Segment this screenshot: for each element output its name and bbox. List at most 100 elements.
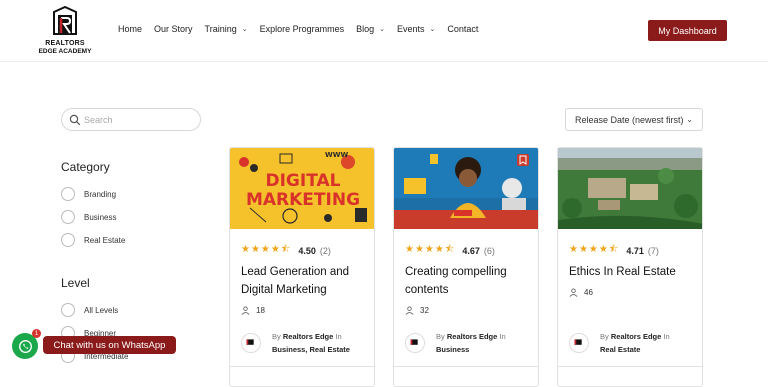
option-label: Real Estate	[84, 235, 126, 245]
radio-button[interactable]	[61, 233, 75, 247]
nav-training[interactable]: Training ⌄	[205, 24, 248, 34]
course-thumbnail[interactable]: DIGITAL MARKETING WWW	[230, 148, 375, 229]
sort-select[interactable]: Release Date (newest first) ⌄	[565, 108, 703, 131]
course-title[interactable]: Lead Generation and Digital Marketing	[241, 263, 369, 299]
category-option-branding[interactable]: Branding	[61, 187, 116, 201]
whatsapp-icon	[18, 339, 32, 353]
user-icon	[405, 306, 414, 315]
logo-mark-icon	[574, 339, 582, 345]
radio-button[interactable]	[61, 303, 75, 317]
site-header: REALTORS EDGE ACADEMY Home Our Story Tra…	[0, 0, 768, 62]
chevron-down-icon: ⌄	[686, 115, 693, 124]
by-label: By	[600, 332, 609, 341]
logo-mark-icon	[246, 339, 254, 345]
student-count: 18	[241, 306, 265, 315]
by-label: By	[272, 332, 281, 341]
author-link[interactable]: Realtors Edge	[611, 332, 661, 341]
category-links[interactable]: Business	[436, 345, 469, 354]
student-count-value: 46	[584, 288, 593, 297]
nav-blog[interactable]: Blog ⌄	[356, 24, 385, 34]
course-rating: ★★★★⯪ 4.71 (7)	[569, 242, 659, 259]
rating-count: (7)	[647, 245, 659, 256]
author-link[interactable]: Realtors Edge	[447, 332, 497, 341]
category-links[interactable]: Real Estate	[600, 345, 640, 354]
logo-text-line1: REALTORS	[45, 40, 85, 47]
course-rating: ★★★★⯪ 4.67 (6)	[405, 242, 495, 259]
rating-value: 4.67	[462, 245, 480, 256]
option-label: Branding	[84, 189, 117, 199]
avatar[interactable]	[569, 333, 589, 353]
nav-home-label: Home	[118, 24, 143, 34]
chevron-down-icon: ⌄	[379, 26, 386, 33]
star-rating-icon: ★★★★⯪	[241, 244, 292, 255]
search-icon	[69, 114, 81, 126]
nav-events-label: Events	[397, 24, 425, 34]
course-card[interactable]: DIGITAL MARKETING WWW ★★★★⯪ 4.50 (2) Lea…	[229, 147, 375, 387]
search-input[interactable]	[84, 112, 194, 128]
author-link[interactable]: Realtors Edge	[283, 332, 333, 341]
category-links[interactable]: Business, Real Estate	[272, 345, 350, 354]
option-label: All Levels	[84, 305, 119, 315]
user-icon	[241, 306, 250, 315]
avatar[interactable]	[405, 333, 425, 353]
logo-mark-icon	[410, 339, 418, 345]
course-title[interactable]: Creating compelling contents	[405, 263, 533, 299]
nav-contact[interactable]: Contact	[447, 24, 478, 34]
student-count: 46	[569, 288, 593, 297]
notification-badge: 1	[32, 329, 41, 338]
radio-button[interactable]	[61, 210, 75, 224]
nav-contact-label: Contact	[447, 24, 479, 34]
avatar[interactable]	[241, 333, 261, 353]
course-author: By Realtors Edge In Business	[405, 330, 533, 360]
level-heading: Level	[61, 276, 90, 290]
course-thumbnail[interactable]	[394, 148, 539, 229]
nav-events[interactable]: Events ⌄	[397, 24, 435, 34]
option-label: Business	[84, 212, 117, 222]
star-rating-icon: ★★★★⯪	[569, 244, 620, 255]
nav-blog-label: Blog	[356, 24, 375, 34]
search-box	[61, 108, 201, 131]
nav-our-story[interactable]: Our Story	[154, 24, 193, 34]
main-nav: Home Our Story Training ⌄ Explore Program…	[118, 24, 490, 34]
by-label: By	[436, 332, 445, 341]
card-divider	[558, 366, 702, 367]
course-thumbnail[interactable]	[558, 148, 703, 229]
card-divider	[394, 366, 538, 367]
course-rating: ★★★★⯪ 4.50 (2)	[241, 242, 331, 259]
course-title[interactable]: Ethics In Real Estate	[569, 263, 697, 281]
logo-mark-icon	[53, 6, 77, 35]
whatsapp-chat-label[interactable]: Chat with us on WhatsApp	[43, 336, 176, 354]
student-count-value: 18	[256, 306, 265, 315]
course-card[interactable]: ★★★★⯪ 4.71 (7) Ethics In Real Estate 46 …	[557, 147, 703, 387]
nav-training-label: Training	[204, 24, 237, 34]
nav-explore-programmes[interactable]: Explore Programmes	[260, 24, 345, 34]
my-dashboard-button[interactable]: My Dashboard	[648, 20, 727, 41]
in-label: In	[335, 332, 342, 341]
sort-selected-label: Release Date (newest first)	[575, 114, 684, 125]
course-card[interactable]: ★★★★⯪ 4.67 (6) Creating compelling conte…	[393, 147, 539, 387]
category-option-real-estate[interactable]: Real Estate	[61, 233, 125, 247]
thumbnail-www: WWW	[325, 151, 348, 159]
thumbnail-title-line1: DIGITAL	[266, 171, 341, 191]
category-heading: Category	[61, 160, 110, 174]
rating-count: (6)	[483, 245, 495, 256]
rating-count: (2)	[319, 245, 331, 256]
in-label: In	[663, 332, 670, 341]
star-rating-icon: ★★★★⯪	[405, 244, 456, 255]
nav-home[interactable]: Home	[118, 24, 142, 34]
category-option-business[interactable]: Business	[61, 210, 116, 224]
course-author: By Realtors Edge In Real Estate	[569, 330, 697, 360]
chevron-down-icon: ⌄	[241, 26, 248, 33]
course-author: By Realtors Edge In Business, Real Estat…	[241, 330, 369, 360]
student-count: 32	[405, 306, 429, 315]
nav-explore-label: Explore Programmes	[259, 24, 345, 34]
student-count-value: 32	[420, 306, 429, 315]
site-logo[interactable]: REALTORS EDGE ACADEMY	[36, 6, 94, 55]
thumbnail-title-line2: MARKETING	[246, 190, 360, 210]
chevron-down-icon: ⌄	[429, 26, 436, 33]
radio-button[interactable]	[61, 187, 75, 201]
rating-value: 4.71	[626, 245, 644, 256]
card-divider	[230, 366, 374, 367]
level-option-all[interactable]: All Levels	[61, 303, 118, 317]
logo-text-line2: EDGE ACADEMY	[38, 48, 92, 55]
